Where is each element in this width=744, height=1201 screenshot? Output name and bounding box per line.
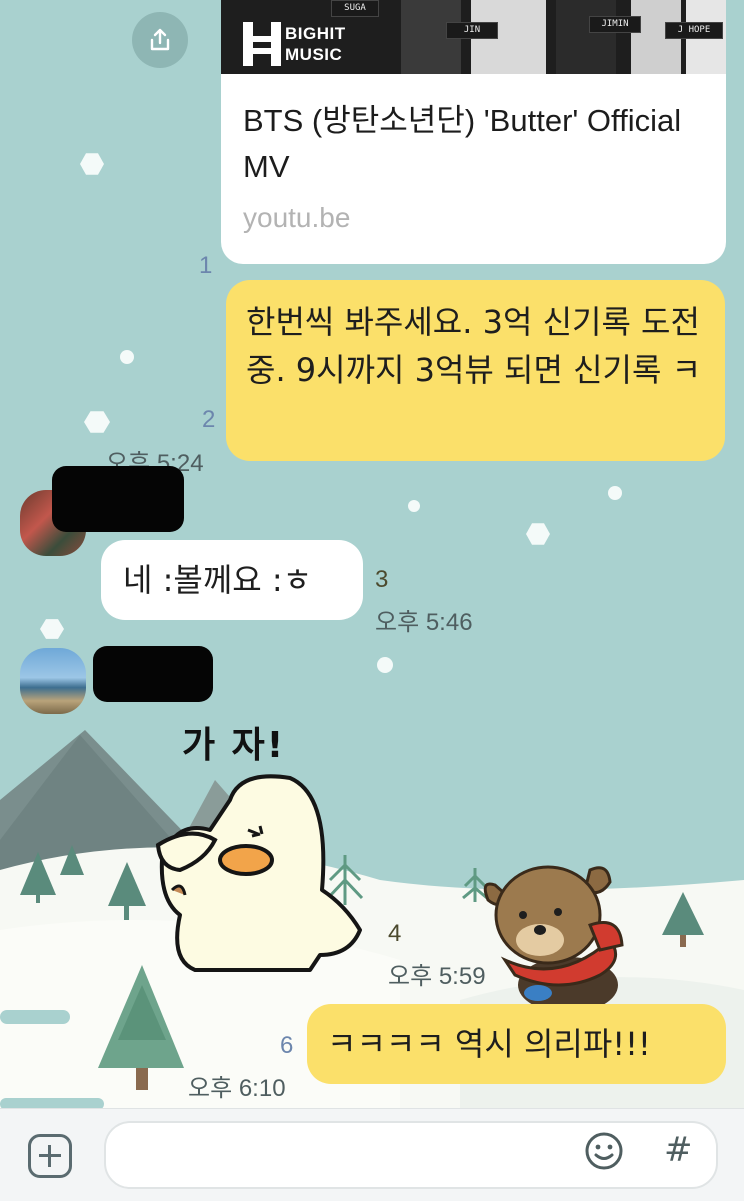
message-bubble-outgoing[interactable]: 한번씩 봐주세요. 3억 신기록 도전중. 9시까지 3억뷰 되면 신기록 ㅋ [226, 280, 725, 461]
unread-count: 6 [280, 1032, 294, 1059]
link-domain: youtu.be [243, 202, 351, 233]
hash-icon[interactable]: # [664, 1130, 693, 1170]
message-time: 오후 6:10 [188, 1075, 286, 1102]
message-input-bar [0, 1108, 744, 1201]
message-time: 오후 5:59 [388, 963, 486, 990]
link-preview-card[interactable]: SUGA JIN JIMIN J HOPE BIGHIT MUSIC BTS (… [221, 0, 726, 264]
sender-name-redacted [93, 646, 213, 702]
unread-count: 4 [388, 920, 402, 947]
message-bubble-incoming[interactable]: 네 :볼께요 :ㅎ [101, 540, 363, 620]
thumb-sign: J HOPE [665, 22, 723, 39]
link-title: BTS (방탄소년단) 'Butter' Official MV [243, 103, 682, 184]
sticker-image[interactable] [150, 760, 370, 975]
logo-line1: BIGHIT [285, 24, 346, 43]
logo-line2: MUSIC [285, 45, 343, 64]
share-button[interactable] [132, 12, 188, 68]
unread-count: 1 [199, 252, 213, 279]
unread-count: 2 [202, 406, 216, 433]
message-input[interactable] [104, 1121, 718, 1189]
plus-icon[interactable] [28, 1134, 72, 1178]
thumb-sign: JIMIN [589, 16, 641, 33]
thumb-sign: SUGA [331, 0, 379, 17]
thumb-sign: JIN [446, 22, 498, 39]
bighit-logo: BIGHIT MUSIC [243, 22, 346, 66]
avatar[interactable] [20, 648, 86, 714]
sender-name-redacted [52, 466, 184, 532]
emoji-icon[interactable] [584, 1131, 624, 1171]
unread-count: 3 [375, 566, 389, 593]
message-bubble-outgoing[interactable]: ㅋㅋㅋㅋ 역시 의리파!!! [307, 1004, 726, 1084]
link-thumbnail: SUGA JIN JIMIN J HOPE BIGHIT MUSIC [221, 0, 726, 74]
message-time: 오후 5:46 [375, 609, 473, 636]
share-icon [150, 28, 170, 51]
